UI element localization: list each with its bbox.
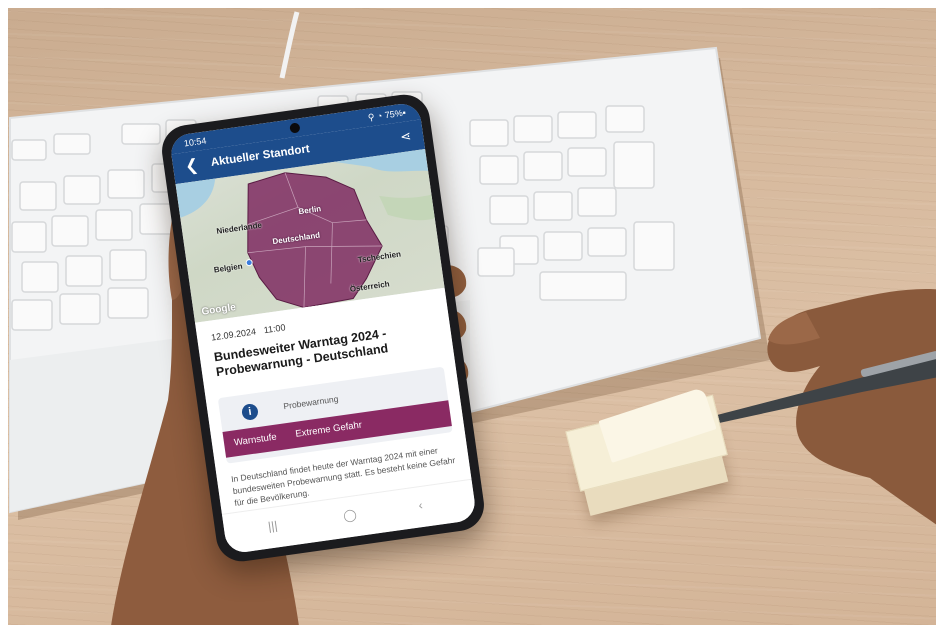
alert-type: Probewarnung xyxy=(282,393,339,412)
keyboard-cable xyxy=(279,11,300,79)
alert-date: 12.09.2024 xyxy=(210,326,257,343)
header-title: Aktueller Standort xyxy=(210,143,311,169)
north-sea xyxy=(175,178,216,218)
info-icon: i xyxy=(240,402,260,422)
photo-objects xyxy=(9,11,944,633)
alert-time: 11:00 xyxy=(263,322,287,336)
poland-area xyxy=(379,194,435,221)
warning-level-value: Extreme Gefahr xyxy=(294,419,363,440)
recents-button[interactable]: ||| xyxy=(267,518,278,533)
photo-scene: 10:54 ⚲ ◔ 75%▪ ❮ Aktueller Standort ⋖ Ni… xyxy=(0,0,944,633)
home-button[interactable]: ◯ xyxy=(342,507,357,523)
alert-details: 12.09.2024 11:00 Bundesweiter Warntag 202… xyxy=(195,287,472,515)
back-arrow-icon[interactable]: ❮ xyxy=(184,157,200,177)
share-icon[interactable]: ⋖ xyxy=(399,128,412,145)
location-dot xyxy=(245,259,253,267)
alert-datetime: 12.09.2024 11:00 xyxy=(211,322,287,342)
warning-level-label: Warnstufe xyxy=(233,431,278,449)
nav-back-button[interactable]: ‹ xyxy=(418,498,424,512)
status-time: 10:54 xyxy=(183,135,207,149)
